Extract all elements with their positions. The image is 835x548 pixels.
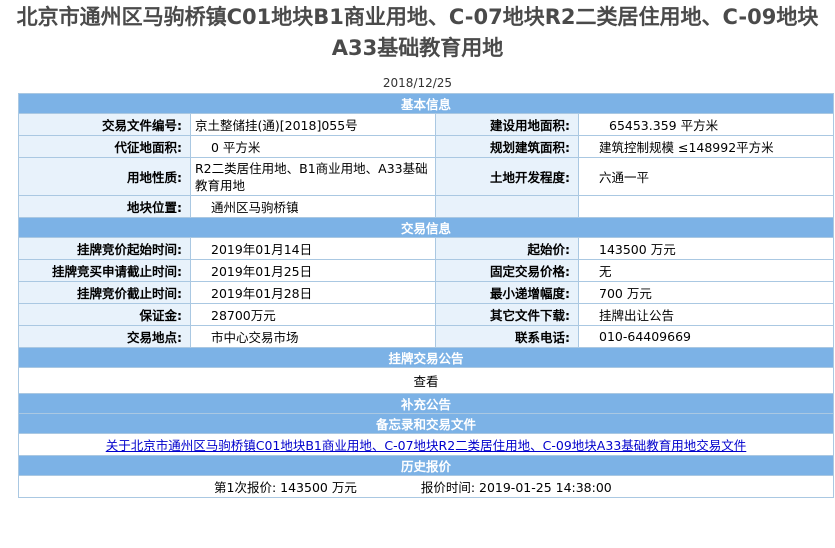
place-label: 交易地点: xyxy=(18,325,191,348)
other-files-label: 其它文件下载: xyxy=(435,303,579,326)
history-quote-row: 第1次报价: 143500 万元 报价时间: 2019-01-25 14:38:… xyxy=(17,475,835,498)
place-value: 市中心交易市场 xyxy=(190,325,436,348)
start-time-label: 挂牌竞价起始时间: xyxy=(18,237,191,260)
trade-file-link[interactable]: 关于北京市通州区马驹桥镇C01地块B1商业用地、C-07地块R2二类居住用地、C… xyxy=(106,438,747,453)
section-memo-files: 备忘录和交易文件 xyxy=(17,413,835,434)
table-row: 代征地面积: 0 平方米 规划建筑面积: 建筑控制规模 ≤148992平方米 xyxy=(18,135,835,158)
file-no-label: 交易文件编号: xyxy=(18,113,191,136)
section-header-row: 基本信息 xyxy=(17,93,835,114)
fixed-price-label: 固定交易价格: xyxy=(435,259,579,282)
table-row: 地块位置: 通州区马驹桥镇 xyxy=(18,195,835,218)
min-increment-value: 700 万元 xyxy=(577,281,835,304)
page-title: 北京市通州区马驹桥镇C01地块B1商业用地、C-07地块R2二类居住用地、C-0… xyxy=(16,5,819,60)
section-header-row: 备忘录和交易文件 xyxy=(17,413,835,434)
table-row: 用地性质: R2二类居住用地、B1商业用地、A33基础教育用地 土地开发程度: … xyxy=(18,157,835,196)
empty-value-cell xyxy=(577,195,835,218)
deposit-label: 保证金: xyxy=(18,303,191,326)
apply-deadline-value: 2019年01月25日 xyxy=(190,259,436,282)
construction-area-label: 建设用地面积: xyxy=(435,113,579,136)
start-price-value: 143500 万元 xyxy=(577,237,835,260)
apply-deadline-label: 挂牌竞买申请截止时间: xyxy=(18,259,191,282)
table-row: 挂牌竞买申请截止时间: 2019年01月25日 固定交易价格: 无 xyxy=(18,259,835,282)
quote-time: 报价时间: 2019-01-25 14:38:00 xyxy=(420,480,612,495)
section-header-row: 交易信息 xyxy=(17,217,835,238)
section-supplement: 补充公告 xyxy=(17,393,835,414)
bid-deadline-value: 2019年01月28日 xyxy=(190,281,436,304)
file-no-value: 京土整储挂(通)[2018]055号 xyxy=(190,113,436,136)
location-value: 通州区马驹桥镇 xyxy=(190,195,436,218)
construction-area-value: 65453.359 平方米 xyxy=(577,113,835,136)
other-files-link[interactable]: 挂牌出让公告 xyxy=(577,303,835,326)
fixed-price-value: 无 xyxy=(577,259,835,282)
table-row: 挂牌竞价起始时间: 2019年01月14日 起始价: 143500 万元 xyxy=(18,237,835,260)
table-row: 挂牌竞价截止时间: 2019年01月28日 最小递增幅度: 700 万元 xyxy=(18,281,835,304)
table-row: 第1次报价: 143500 万元 报价时间: 2019-01-25 14:38:… xyxy=(17,475,835,498)
publish-date: 2018/12/25 xyxy=(382,76,453,90)
land-info-table: 基本信息 交易文件编号: 京土整储挂(通)[2018]055号 建设用地面积: … xyxy=(17,93,835,498)
planned-area-label: 规划建筑面积: xyxy=(435,135,579,158)
location-label: 地块位置: xyxy=(18,195,191,218)
phone-label: 联系电话: xyxy=(435,325,579,348)
start-time-value: 2019年01月14日 xyxy=(190,237,436,260)
section-header-row: 挂牌交易公告 xyxy=(17,347,835,368)
table-row: 交易地点: 市中心交易市场 联系电话: 010-64409669 xyxy=(18,325,835,348)
quote-value: 第1次报价: 143500 万元 xyxy=(214,480,357,495)
land-use-value: R2二类居住用地、B1商业用地、A33基础教育用地 xyxy=(190,157,436,196)
section-header-row: 补充公告 xyxy=(17,393,835,414)
phone-value: 010-64409669 xyxy=(577,325,835,348)
levy-area-label: 代征地面积: xyxy=(18,135,191,158)
view-announcement-link[interactable]: 查看 xyxy=(17,367,835,394)
bid-deadline-label: 挂牌竞价截止时间: xyxy=(18,281,191,304)
table-row: 查看 xyxy=(17,367,835,394)
section-basic-info: 基本信息 xyxy=(17,93,835,114)
table-row: 关于北京市通州区马驹桥镇C01地块B1商业用地、C-07地块R2二类居住用地、C… xyxy=(17,433,835,456)
section-history-quotes: 历史报价 xyxy=(17,455,835,476)
section-trade-info: 交易信息 xyxy=(17,217,835,238)
deposit-value: 28700万元 xyxy=(190,303,436,326)
min-increment-label: 最小递增幅度: xyxy=(435,281,579,304)
land-use-label: 用地性质: xyxy=(18,157,191,196)
empty-label-cell xyxy=(435,195,579,218)
section-announcement: 挂牌交易公告 xyxy=(17,347,835,368)
planned-area-value: 建筑控制规模 ≤148992平方米 xyxy=(577,135,835,158)
memo-file-cell: 关于北京市通州区马驹桥镇C01地块B1商业用地、C-07地块R2二类居住用地、C… xyxy=(17,433,835,456)
table-row: 保证金: 28700万元 其它文件下载: 挂牌出让公告 xyxy=(18,303,835,326)
levy-area-value: 0 平方米 xyxy=(190,135,436,158)
start-price-label: 起始价: xyxy=(435,237,579,260)
table-row: 交易文件编号: 京土整储挂(通)[2018]055号 建设用地面积: 65453… xyxy=(18,113,835,136)
development-value: 六通一平 xyxy=(577,157,835,196)
section-header-row: 历史报价 xyxy=(17,455,835,476)
development-label: 土地开发程度: xyxy=(435,157,579,196)
